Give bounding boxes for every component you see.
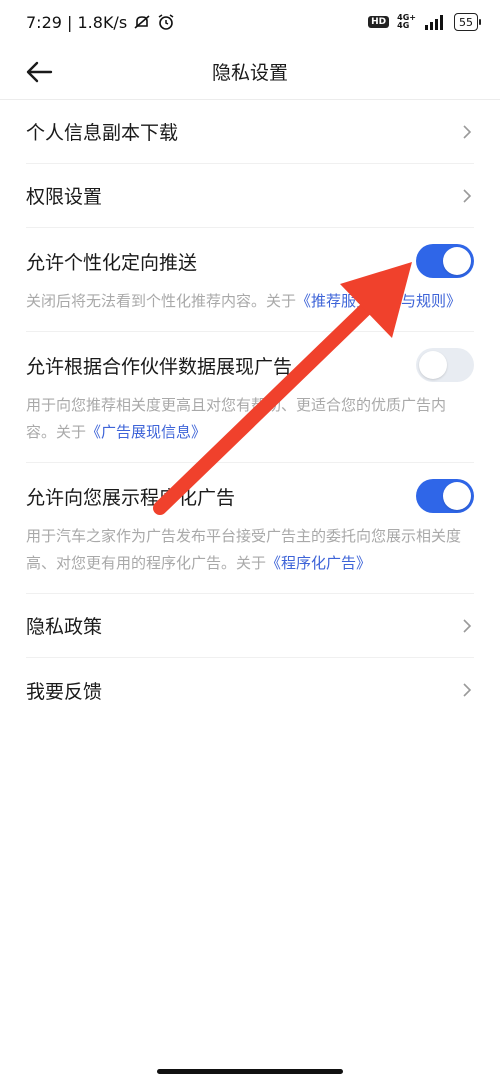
menu-item-label: 隐私政策 bbox=[26, 616, 103, 638]
menu-item-privacy-policy[interactable]: 隐私政策 bbox=[26, 594, 474, 658]
alarm-icon bbox=[157, 13, 175, 31]
description-text: 关闭后将无法看到个性化推荐内容。关于 bbox=[26, 292, 297, 310]
back-arrow-icon bbox=[26, 61, 53, 83]
toggle-description: 用于汽车之家作为广告发布平台接受广告主的委托向您展示相关度高、对您更有用的程序化… bbox=[26, 523, 474, 577]
battery-icon: 55 bbox=[454, 13, 481, 31]
back-button[interactable] bbox=[22, 56, 56, 88]
toggle-row: 允许向您展示程序化广告 bbox=[26, 463, 474, 529]
network-type: 4G+ 4G bbox=[397, 14, 416, 30]
hd-badge: HD bbox=[368, 16, 390, 28]
chevron-right-icon bbox=[460, 681, 474, 699]
recommend-rules-link[interactable]: 《推荐服务机制与规则》 bbox=[296, 292, 461, 310]
toggle-partner-ads: 允许根据合作伙伴数据展现广告 用于向您推荐相关度更高且对您有帮助、更适合您的优质… bbox=[26, 332, 474, 463]
toggle-row: 允许根据合作伙伴数据展现广告 bbox=[26, 332, 474, 398]
menu-item-label: 个人信息副本下载 bbox=[26, 122, 179, 144]
signal-icon bbox=[424, 14, 446, 30]
programmatic-ads-switch[interactable] bbox=[416, 479, 474, 513]
menu-item-personal-info-download[interactable]: 个人信息副本下载 bbox=[26, 100, 474, 164]
toggle-description: 关闭后将无法看到个性化推荐内容。关于《推荐服务机制与规则》 bbox=[26, 288, 474, 315]
chevron-right-icon bbox=[460, 123, 474, 141]
menu-item-label: 权限设置 bbox=[26, 186, 103, 208]
menu-item-label: 我要反馈 bbox=[26, 680, 103, 703]
partner-ads-switch[interactable] bbox=[416, 348, 474, 382]
toggle-label: 允许向您展示程序化广告 bbox=[26, 486, 236, 509]
toggle-row: 允许个性化定向推送 bbox=[26, 228, 474, 294]
settings-list: 个人信息副本下载 权限设置 允许个性化定向推送 关闭后将无法看到个性化推荐内容。… bbox=[0, 100, 500, 722]
toggle-label: 允许根据合作伙伴数据展现广告 bbox=[26, 355, 293, 378]
nav-bar: 隐私设置 bbox=[0, 44, 500, 100]
battery-level: 55 bbox=[459, 15, 473, 29]
chevron-right-icon bbox=[460, 617, 474, 635]
toggle-personalized-push: 允许个性化定向推送 关闭后将无法看到个性化推荐内容。关于《推荐服务机制与规则》 bbox=[26, 228, 474, 332]
network-bottom-label: 4G bbox=[397, 21, 410, 30]
description-text: 用于汽车之家作为广告发布平台接受广告主的委托向您展示相关度高、对您更有用的程序化… bbox=[26, 527, 462, 572]
status-right: HD 4G+ 4G 55 bbox=[368, 13, 481, 31]
toggle-description: 用于向您推荐相关度更高且对您有帮助、更适合您的优质广告内容。关于《广告展现信息》 bbox=[26, 392, 474, 446]
switch-knob bbox=[443, 482, 471, 510]
mute-icon bbox=[133, 13, 151, 31]
switch-knob bbox=[419, 351, 447, 379]
status-time-speed: 7:29 | 1.8K/s bbox=[26, 12, 128, 32]
home-indicator[interactable] bbox=[157, 1069, 343, 1074]
personalized-push-switch[interactable] bbox=[416, 244, 474, 278]
switch-knob bbox=[443, 247, 471, 275]
status-bar: 7:29 | 1.8K/s HD 4G+ 4G 55 bbox=[0, 0, 500, 44]
page-title: 隐私设置 bbox=[211, 62, 288, 84]
status-left: 7:29 | 1.8K/s bbox=[26, 13, 175, 32]
toggle-programmatic-ads: 允许向您展示程序化广告 用于汽车之家作为广告发布平台接受广告主的委托向您展示相关… bbox=[26, 463, 474, 594]
menu-item-feedback[interactable]: 我要反馈 bbox=[26, 658, 474, 722]
toggle-label: 允许个性化定向推送 bbox=[26, 251, 198, 274]
ad-display-info-link[interactable]: 《广告展现信息》 bbox=[86, 423, 206, 441]
menu-item-permission-settings[interactable]: 权限设置 bbox=[26, 164, 474, 228]
chevron-right-icon bbox=[460, 187, 474, 205]
programmatic-ads-link[interactable]: 《程序化广告》 bbox=[266, 554, 371, 572]
